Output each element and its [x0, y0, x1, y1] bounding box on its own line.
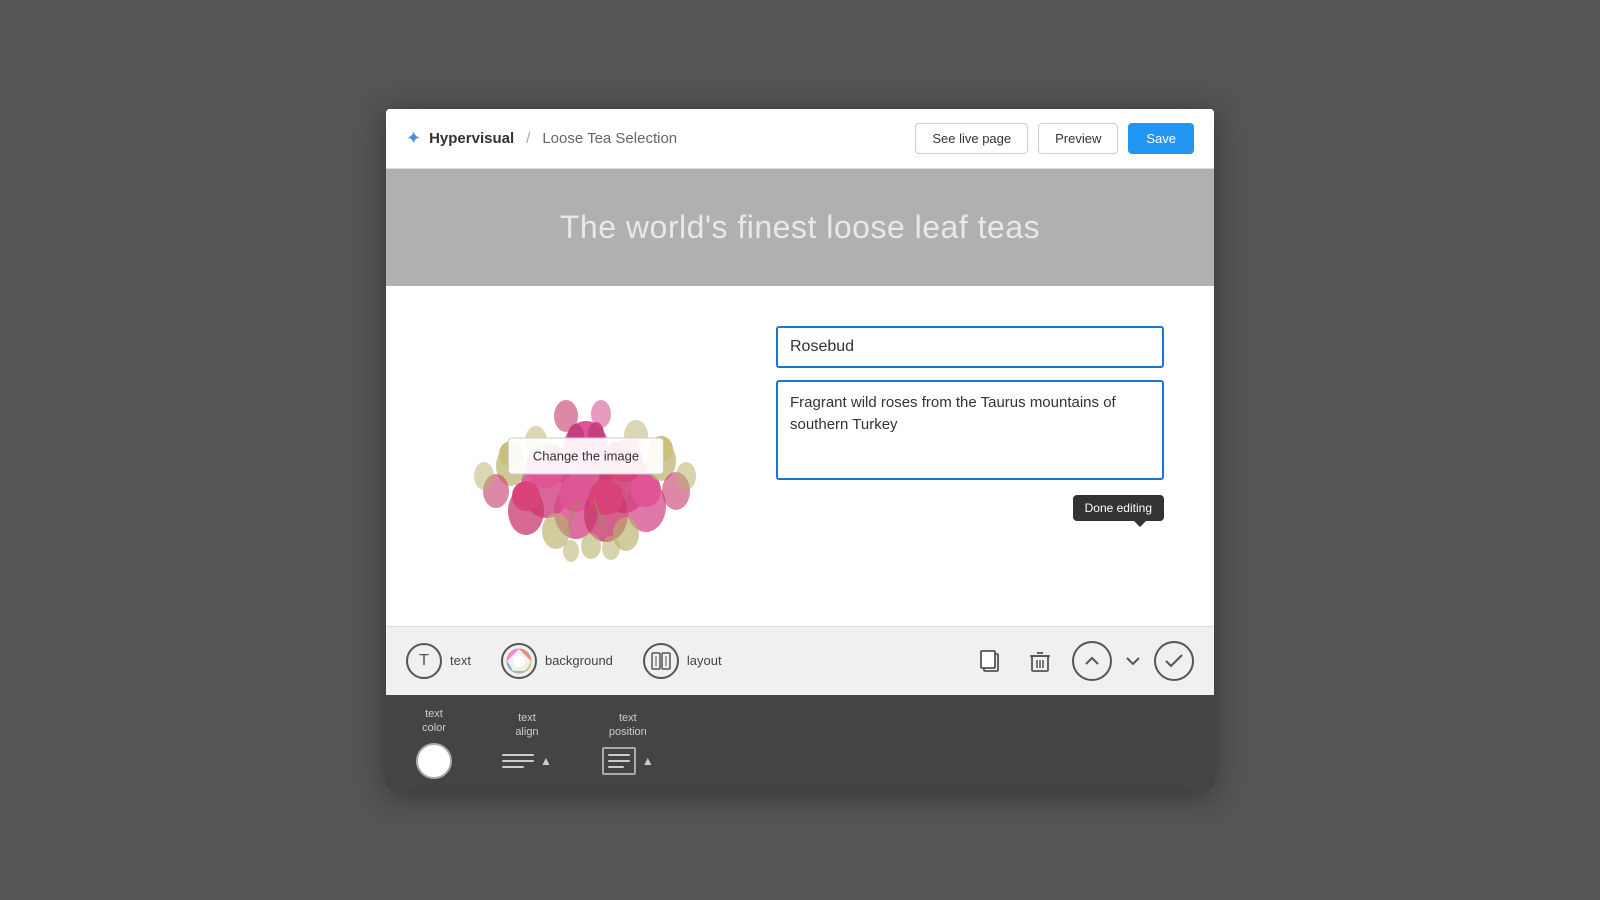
done-editing-tooltip-container: Done editing: [776, 495, 1164, 521]
text-position-arrow[interactable]: ▲: [642, 754, 654, 768]
text-tool-icon: T: [406, 643, 442, 679]
text-align-label: textalign: [515, 711, 538, 740]
product-name-input[interactable]: [776, 326, 1164, 368]
text-color-control: [416, 743, 452, 779]
text-align-control: ▲: [502, 747, 552, 775]
align-line-3: [502, 766, 524, 768]
toolbar-layout-item[interactable]: layout: [643, 643, 722, 679]
sub-toolbar: textcolor textalign ▲ textposition: [386, 695, 1214, 792]
layout-tool-label: layout: [687, 653, 722, 668]
toolbar-background-item[interactable]: background: [501, 643, 613, 679]
text-icon-letter: T: [419, 652, 429, 670]
toolbar-right-items: [972, 641, 1194, 681]
hero-title: The world's finest loose leaf teas: [406, 209, 1194, 246]
layout-tool-icon: [643, 643, 679, 679]
chevron-down-icon: [1126, 656, 1140, 666]
text-position-label: textposition: [609, 711, 647, 740]
app-window: ✦ Hypervisual / Loose Tea Selection See …: [386, 109, 1214, 792]
header-actions: See live page Preview Save: [915, 123, 1194, 154]
toolbar-text-item[interactable]: T text: [406, 643, 471, 679]
header-left: ✦ Hypervisual / Loose Tea Selection: [406, 128, 677, 149]
trash-icon: [1029, 649, 1051, 673]
copy-button[interactable]: [972, 643, 1008, 679]
brand-name: Hypervisual: [429, 130, 514, 147]
align-line-2: [502, 760, 534, 762]
preview-button[interactable]: Preview: [1038, 123, 1118, 154]
copy-icon: [979, 649, 1001, 673]
layout-icon-svg: [651, 652, 671, 670]
text-fields: Fragrant wild roses from the Taurus moun…: [776, 326, 1164, 521]
color-wheel-svg: [505, 647, 533, 675]
align-line-1: [502, 754, 534, 756]
pos-line-3: [608, 766, 625, 768]
sub-toolbar-text-color: textcolor: [416, 707, 452, 780]
bottom-toolbar: T text backg: [386, 626, 1214, 695]
text-align-arrow[interactable]: ▲: [540, 754, 552, 768]
text-tool-label: text: [450, 653, 471, 668]
text-position-control: ▲: [602, 747, 654, 775]
header: ✦ Hypervisual / Loose Tea Selection See …: [386, 109, 1214, 169]
save-button[interactable]: Save: [1128, 123, 1194, 154]
toolbar-left-items: T text backg: [406, 643, 722, 679]
hero-banner: The world's finest loose leaf teas: [386, 169, 1214, 286]
done-editing-tooltip: Done editing: [1073, 495, 1164, 521]
logo-icon: ✦: [406, 128, 421, 149]
product-description-textarea[interactable]: Fragrant wild roses from the Taurus moun…: [776, 380, 1164, 480]
text-position-icon[interactable]: [602, 747, 636, 775]
move-buttons: [1126, 656, 1140, 666]
text-color-picker[interactable]: [416, 743, 452, 779]
delete-button[interactable]: [1022, 643, 1058, 679]
background-tool-label: background: [545, 653, 613, 668]
checkmark-icon: [1165, 654, 1183, 668]
text-color-label: textcolor: [422, 707, 446, 736]
content-area: Change the image Fragrant wild roses fro…: [386, 286, 1214, 626]
image-container: Change the image: [436, 326, 736, 586]
header-separator: /: [526, 130, 530, 147]
move-up-button[interactable]: [1072, 641, 1112, 681]
text-align-icon[interactable]: [502, 747, 534, 775]
chevron-up-icon: [1085, 656, 1099, 666]
pos-line-1: [608, 754, 630, 756]
page-title: Loose Tea Selection: [542, 130, 677, 147]
pos-line-2: [608, 760, 630, 762]
done-button[interactable]: [1154, 641, 1194, 681]
background-tool-icon: [501, 643, 537, 679]
see-live-button[interactable]: See live page: [915, 123, 1028, 154]
change-image-button[interactable]: Change the image: [508, 437, 664, 474]
sub-toolbar-text-position: textposition ▲: [602, 711, 654, 776]
sub-toolbar-text-align: textalign ▲: [502, 711, 552, 776]
